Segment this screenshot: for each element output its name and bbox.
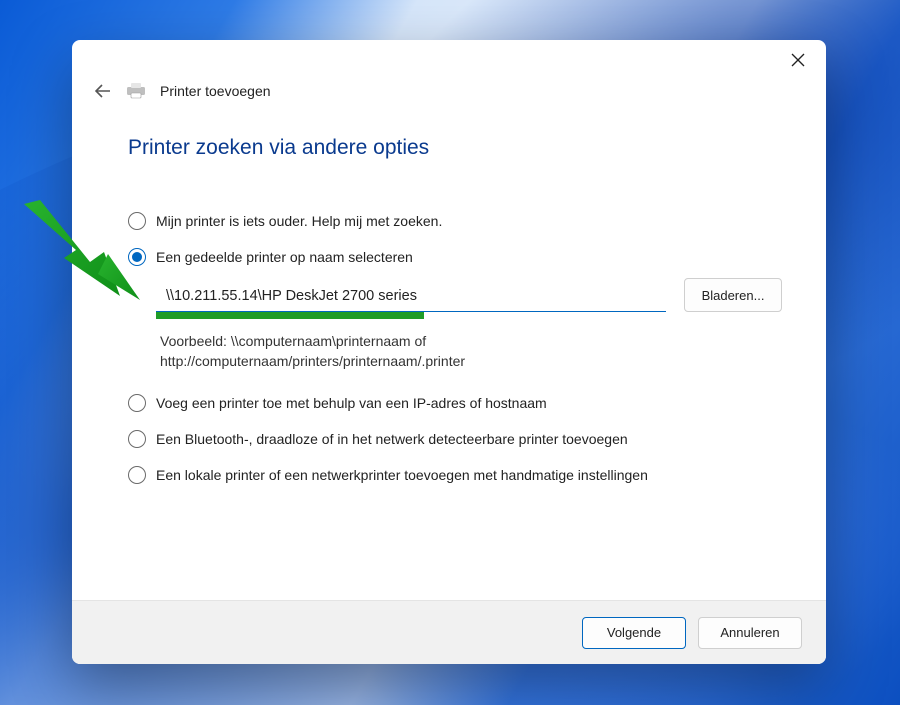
dialog-body: Printer zoeken via andere opties Mijn pr… [72, 114, 826, 600]
shared-printer-panel: Bladeren... Voorbeeld: \\computernaam\pr… [156, 278, 782, 376]
printer-icon [124, 83, 148, 99]
option-label: Mijn printer is iets ouder. Help mij met… [156, 213, 442, 229]
radio-icon [128, 248, 146, 266]
option-local-manual[interactable]: Een lokale printer of een netwerkprinter… [128, 466, 782, 484]
cancel-button[interactable]: Annuleren [698, 617, 802, 649]
breadcrumb: Printer toevoegen [72, 80, 826, 114]
option-label: Een Bluetooth-, draadloze of in het netw… [156, 431, 628, 447]
radio-icon [128, 212, 146, 230]
page-title: Printer zoeken via andere opties [128, 118, 782, 212]
dialog-footer: Volgende Annuleren [72, 600, 826, 664]
option-ip-hostname[interactable]: Voeg een printer toe met behulp van een … [128, 394, 782, 412]
next-button[interactable]: Volgende [582, 617, 686, 649]
option-shared-printer[interactable]: Een gedeelde printer op naam selecteren [128, 248, 782, 266]
option-older-printer[interactable]: Mijn printer is iets ouder. Help mij met… [128, 212, 782, 230]
option-label: Een gedeelde printer op naam selecteren [156, 249, 413, 265]
browse-button[interactable]: Bladeren... [684, 278, 782, 312]
shared-printer-example: Voorbeeld: \\computernaam\printernaam of… [156, 319, 596, 376]
titlebar [72, 40, 826, 80]
shared-printer-path-input[interactable] [156, 278, 666, 312]
option-label: Voeg een printer toe met behulp van een … [156, 395, 547, 411]
radio-icon [128, 394, 146, 412]
back-icon[interactable] [94, 82, 112, 100]
option-bluetooth-wireless[interactable]: Een Bluetooth-, draadloze of in het netw… [128, 430, 782, 448]
add-printer-dialog: Printer toevoegen Printer zoeken via and… [72, 40, 826, 664]
option-label: Een lokale printer of een netwerkprinter… [156, 467, 648, 483]
annotation-highlight [156, 311, 424, 319]
radio-icon [128, 430, 146, 448]
breadcrumb-title: Printer toevoegen [160, 83, 271, 99]
radio-icon [128, 466, 146, 484]
close-icon[interactable] [784, 46, 812, 74]
